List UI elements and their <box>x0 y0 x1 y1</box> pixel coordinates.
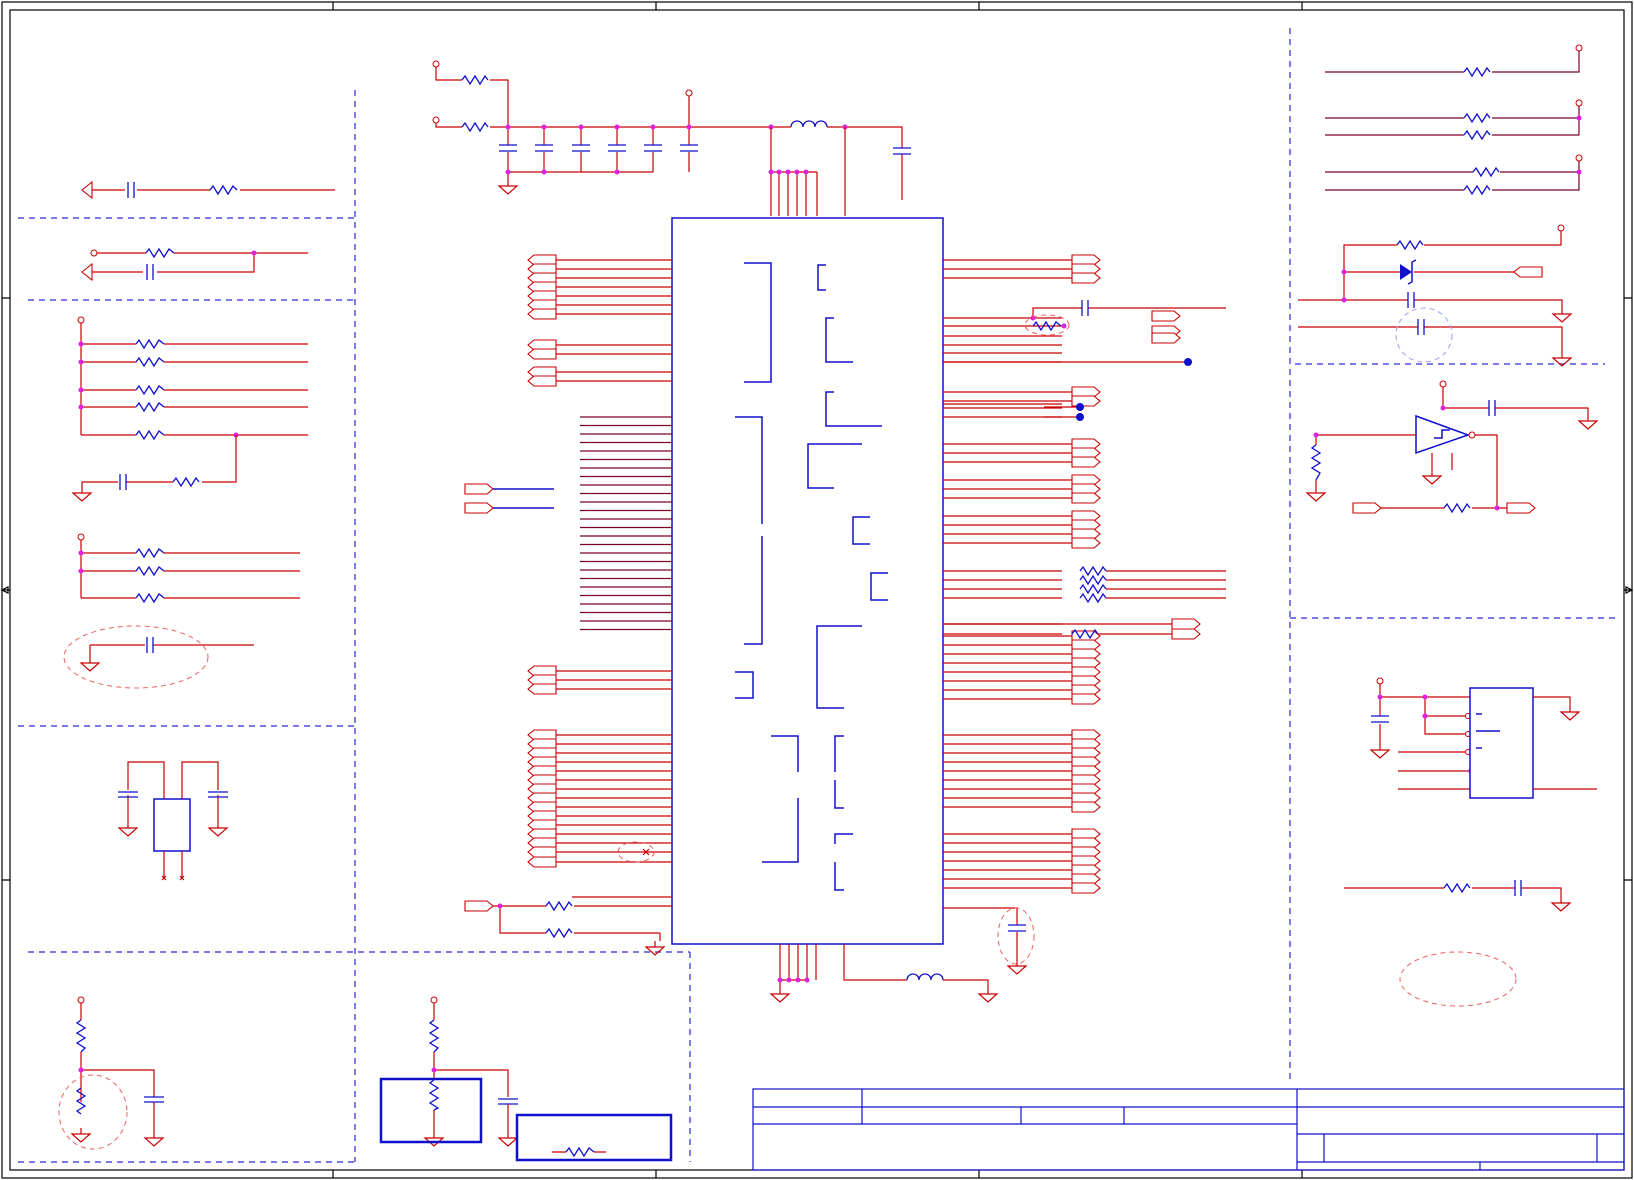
capacitor <box>118 791 228 798</box>
right-column <box>1298 44 1598 1007</box>
net-port <box>527 856 557 868</box>
resistor <box>75 1019 87 1053</box>
highlight-ellipse <box>63 625 209 689</box>
off-page-connector <box>81 180 93 200</box>
resistor <box>428 1019 440 1053</box>
highlight-ellipse <box>58 1074 128 1150</box>
title-block <box>752 1088 1625 1171</box>
capacitor <box>146 637 154 653</box>
resistor <box>428 1079 440 1111</box>
net-port <box>1071 693 1101 705</box>
net-port <box>1071 272 1101 284</box>
regulator-ic <box>1469 687 1534 799</box>
left-bus-misc <box>464 483 672 956</box>
resistor <box>145 247 175 259</box>
net-port <box>1071 395 1101 407</box>
diode <box>1400 264 1412 280</box>
right-pin-bus <box>943 254 1101 894</box>
option-box <box>515 1113 673 1162</box>
net-port <box>1071 537 1101 549</box>
right-bus-misc <box>943 300 1226 640</box>
resistor-bank <box>135 338 165 441</box>
net-port <box>527 308 557 320</box>
main-ic-body <box>671 217 944 945</box>
net-port <box>1071 801 1101 813</box>
highlight-ellipse <box>1399 951 1517 1007</box>
resistor <box>545 927 573 939</box>
net-port <box>1071 456 1101 468</box>
bottom-left-section <box>58 996 164 1150</box>
resistor <box>545 900 573 912</box>
decoupling-capacitors <box>499 144 911 155</box>
ferrite-inductor <box>790 120 828 128</box>
option-box <box>379 1077 483 1144</box>
resistor-bank <box>135 547 165 604</box>
net-port <box>527 846 557 858</box>
resistor-array <box>1079 565 1107 604</box>
resistor <box>461 74 489 86</box>
ground-symbol <box>72 486 92 502</box>
left-pin-bus <box>527 254 672 868</box>
ferrite-inductor <box>906 973 944 981</box>
crystal-oscillator <box>153 798 191 852</box>
net-port <box>1071 492 1101 504</box>
resistor <box>461 121 489 133</box>
schematic-canvas <box>0 1 1634 1179</box>
bottom-center-section <box>379 996 673 1162</box>
net-port <box>527 348 557 360</box>
left-column <box>63 180 335 881</box>
capacitor <box>146 264 154 280</box>
capacitor <box>119 474 127 490</box>
resistor <box>172 476 200 488</box>
net-port <box>527 375 557 387</box>
highlight-ellipse <box>997 907 1035 965</box>
power-filter-section <box>432 60 911 216</box>
resistor <box>209 184 238 196</box>
net-port <box>527 683 557 695</box>
net-port <box>1071 882 1101 894</box>
capacitor <box>127 182 135 198</box>
